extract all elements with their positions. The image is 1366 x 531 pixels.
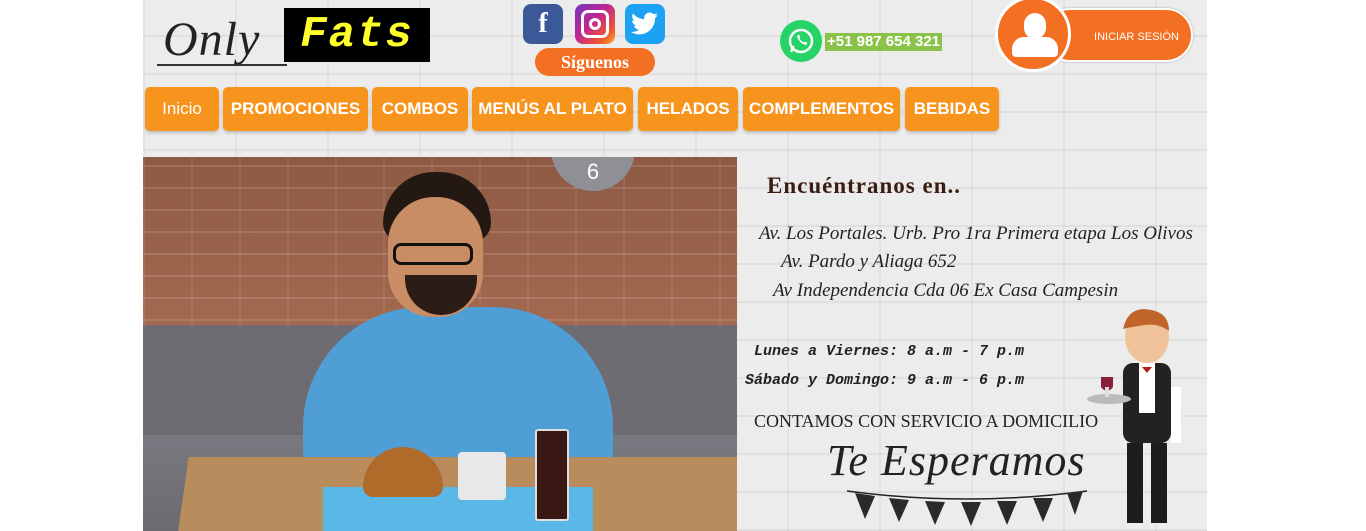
waiter-illustration [1087,309,1181,523]
drink-glass-image [535,429,569,521]
fries-image [458,452,506,500]
twitter-icon[interactable] [625,4,665,44]
phone-number[interactable]: +51 987 654 321 [825,33,943,51]
instagram-icon[interactable] [575,4,615,44]
bunting-decoration [847,490,1087,526]
logo-underline [157,64,287,66]
nav-item-combos[interactable]: COMBOS [372,87,468,131]
nav-item-inicio[interactable]: Inicio [145,87,219,131]
delivery-notice: CONTAMOS CON SERVICIO A DOMICILIO [754,411,1099,431]
closing-message: Te Esperamos [827,436,1086,485]
page-container: Only Fats f Síguenos +51 987 654 321 INI… [143,0,1207,531]
nav-item-menus-al-plato[interactable]: MENÚS AL PLATO [472,87,633,131]
nav-item-bebidas[interactable]: BEBIDAS [905,87,999,131]
user-avatar-icon[interactable] [995,0,1071,72]
address-1: Av. Los Portales. Urb. Pro 1ra Primera e… [759,223,1193,244]
logo-word-only: Only [163,13,261,66]
follow-us-button[interactable]: Síguenos [535,48,655,76]
hours-weekend: Sábado y Domingo: 9 a.m - 6 p.m [745,372,1025,389]
nav-item-promociones[interactable]: PROMOCIONES [223,87,368,131]
hero-photo: 6 [143,157,737,531]
facebook-icon[interactable]: f [523,4,563,44]
site-logo[interactable]: Only Fats [155,6,431,66]
address-2: Av. Pardo y Aliaga 652 [781,251,957,272]
nav-item-helados[interactable]: HELADOS [638,87,738,131]
nav-item-complementos[interactable]: COMPLEMENTOS [743,87,900,131]
address-3: Av Independencia Cda 06 Ex Casa Campesin [773,280,1119,301]
hours-weekdays: Lunes a Viernes: 8 a.m - 7 p.m [754,343,1025,360]
whatsapp-icon[interactable] [780,20,822,62]
location-info-panel: Encuéntranos en.. Av. Los Portales. Urb.… [737,157,1207,531]
locations-title: Encuéntranos en.. [767,173,961,198]
logo-word-fats: Fats [284,8,430,62]
